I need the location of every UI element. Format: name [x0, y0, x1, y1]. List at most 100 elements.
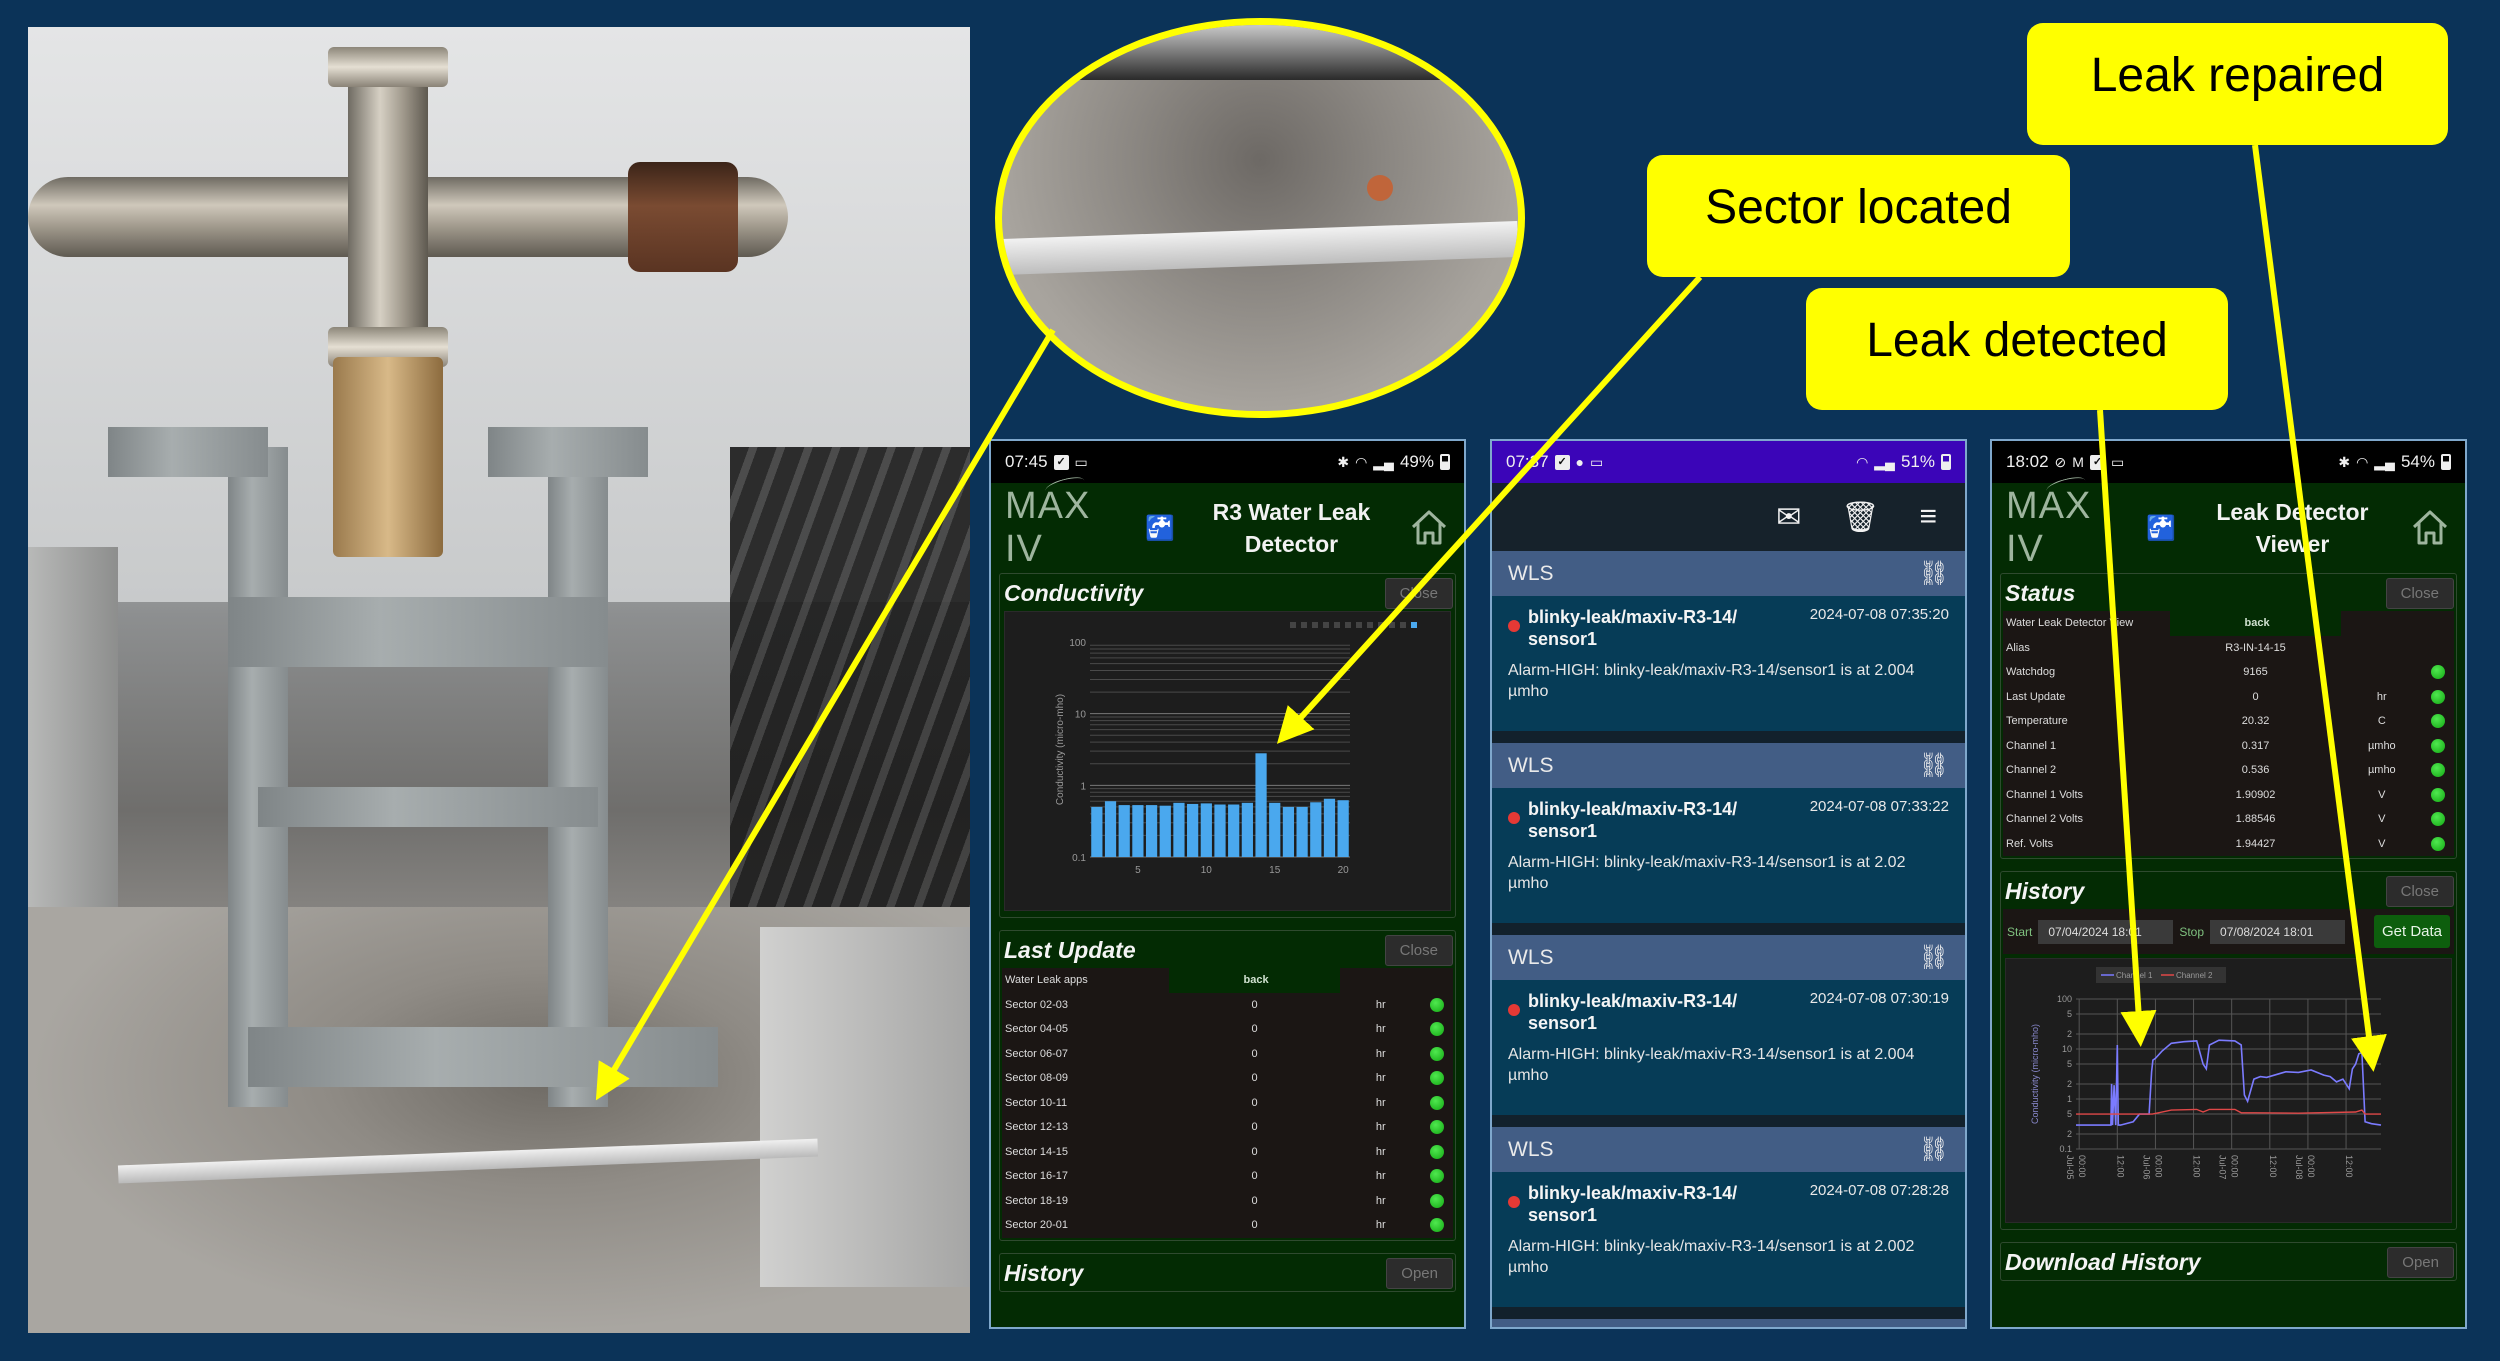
- app-badge-icon: ●: [1575, 454, 1585, 470]
- chart-toolbar-icon: [1345, 622, 1351, 628]
- bar: [1310, 802, 1322, 857]
- y-tick-label: 1: [2067, 1094, 2072, 1104]
- leaking-pipe-icon: 🚰: [2146, 514, 2176, 542]
- table-row: Sector 14-15 0 hr: [1002, 1140, 1453, 1165]
- row-unit: hr: [1375, 1072, 1386, 1085]
- link-icon[interactable]: ⛓: [1919, 943, 1949, 972]
- notification-card[interactable]: WLS ⛓ blinky-leak/maxiv-R3-14/ sensor1 2…: [1492, 743, 1965, 923]
- clock: 07:37: [1506, 452, 1549, 471]
- back-link[interactable]: back: [2169, 611, 2342, 636]
- filter-icon[interactable]: ≡: [1919, 500, 1937, 534]
- close-button[interactable]: Close: [1384, 578, 1453, 609]
- battery-percent: 49%: [1399, 452, 1434, 471]
- link-icon[interactable]: ⛓: [1919, 1327, 1949, 1329]
- card-group: WLS: [1508, 945, 1554, 969]
- wifi-icon: ◠: [1355, 454, 1368, 470]
- card-group-header: WLS ⛓: [1492, 743, 1965, 788]
- photo-cabinet-right: [760, 927, 970, 1287]
- card-title-text: blinky-leak/maxiv-R3-14/ sensor1: [1528, 991, 1738, 1033]
- row-name: Alias: [2006, 641, 2030, 654]
- wifi-icon: ◠: [2356, 454, 2369, 470]
- get-data-button[interactable]: Get Data: [2373, 915, 2450, 948]
- stop-date-input[interactable]: 07/08/2024 18:01: [2210, 919, 2346, 944]
- close-button[interactable]: Close: [1384, 935, 1453, 966]
- status-led-icon: [2431, 665, 2446, 680]
- close-button[interactable]: Close: [2385, 876, 2454, 907]
- y-tick-label: 5: [2067, 1059, 2072, 1069]
- link-icon[interactable]: ⛓: [1919, 751, 1949, 780]
- table-row: Sector 18-19 0 hr: [1002, 1189, 1453, 1214]
- card-title-text: blinky-leak/maxiv-R3-14/ sensor1: [1528, 607, 1738, 649]
- row-name: Sector 14-15: [1005, 1145, 1068, 1158]
- signal-icon: ▂▄: [1874, 454, 1895, 470]
- panel-title: Last Update: [1004, 937, 1136, 963]
- app-title: Leak Detector Viewer: [2176, 496, 2409, 560]
- x-tick-label: 12:00: [2115, 1155, 2125, 1178]
- card-timestamp: 2024-07-08 07:33:22: [1809, 798, 1949, 815]
- last-update-panel: Last Update Close Water Leak apps back S…: [999, 930, 1456, 1241]
- status-panel: Status Close Water Leak Detector View ba…: [2000, 573, 2457, 859]
- row-value: 0: [1251, 1194, 1258, 1207]
- table-row: Sector 02-03 0 hr: [1002, 993, 1453, 1018]
- start-date-input[interactable]: 07/04/2024 18:01: [2038, 919, 2174, 944]
- table-header: Water Leak Detector View back: [2003, 611, 2454, 636]
- bar: [1282, 806, 1295, 857]
- row-value: 0: [1251, 1121, 1258, 1134]
- y-axis-label: Conductivity (micro-mho): [2030, 1024, 2040, 1124]
- photo-stand-top: [488, 427, 648, 477]
- alarm-dot-icon: [1508, 812, 1520, 824]
- trash-icon[interactable]: 🗑: [1841, 500, 1879, 535]
- status-led-icon: [1430, 1071, 1445, 1086]
- link-icon[interactable]: ⛓: [1919, 559, 1949, 588]
- link-icon[interactable]: ⛓: [1919, 1135, 1949, 1164]
- notification-card[interactable]: WLS ⛓ blinky-leak/maxiv-R3-14/ sensor1 2…: [1492, 551, 1965, 731]
- signal-icon: ▂▄: [2374, 454, 2395, 470]
- history-range-form: Start 07/04/2024 18:01 Stop 07/08/2024 1…: [2003, 909, 2454, 954]
- photo-ion-pump: [333, 357, 443, 557]
- table-row: Sector 08-09 0 hr: [1002, 1066, 1453, 1091]
- chart-toolbar-icon: [1312, 622, 1318, 628]
- history-panel: History Close Start 07/04/2024 18:01 Sto…: [2000, 871, 2457, 1230]
- card-message: Alarm-HIGH: blinky-leak/maxiv-R3-14/sens…: [1508, 662, 1915, 700]
- back-link[interactable]: back: [1168, 968, 1341, 993]
- open-button[interactable]: Open: [1386, 1257, 1453, 1289]
- row-value: 1.94427: [2235, 837, 2276, 850]
- notification-card[interactable]: WLS ⛓ blinky-leak/maxiv-R3-14/ sensor1 2…: [1492, 1127, 1965, 1307]
- y-tick-label: 2: [2067, 1029, 2072, 1039]
- x-tick-label: 00:00: [2230, 1155, 2240, 1178]
- home-icon[interactable]: [2409, 507, 2451, 549]
- card-timestamp: 2024-07-08 07:28:28: [1809, 1182, 1949, 1199]
- y-tick-label: 100: [2057, 994, 2072, 1004]
- clock: 18:02: [2006, 452, 2049, 471]
- check-icon: ✓: [1554, 454, 1570, 470]
- card-message: Alarm-HIGH: blinky-leak/maxiv-R3-14/sens…: [1508, 854, 1906, 892]
- callout-leak-detected: Leak detected: [1806, 288, 2228, 410]
- mark-read-icon[interactable]: ✉: [1776, 500, 1801, 535]
- row-value: 0: [1251, 1170, 1258, 1183]
- notification-card[interactable]: WLS ⛓ blinky-leak/maxiv-R3-14/ sensor1 2…: [1492, 935, 1965, 1115]
- home-icon[interactable]: [1408, 507, 1450, 549]
- card-body: blinky-leak/maxiv-R3-14/ sensor1 2024-07…: [1492, 788, 1965, 923]
- notification-card[interactable]: WLS ⛓: [1492, 1319, 1965, 1329]
- check-icon: ✓: [2089, 454, 2105, 470]
- bar: [1228, 804, 1240, 857]
- row-value: 0: [1251, 998, 1258, 1011]
- row-name: Last Update: [2006, 690, 2066, 703]
- card-group-header: WLS ⛓: [1492, 551, 1965, 596]
- x-tick-label: 15: [1269, 865, 1281, 876]
- history-panel: History Open: [999, 1252, 1456, 1292]
- x-tick-label: 10: [1201, 865, 1213, 876]
- table-row: Alias R3-IN-14-15: [2003, 636, 2454, 661]
- open-button[interactable]: Open: [2387, 1247, 2454, 1278]
- card-message: Alarm-HIGH: blinky-leak/maxiv-R3-14/sens…: [1508, 1046, 1915, 1084]
- status-led-icon: [2431, 689, 2446, 704]
- alarm-dot-icon: [1508, 1004, 1520, 1016]
- conductivity-chart: 0.1 1 10 100 5 10 15 20 Conductivity (micro-mho): [1004, 611, 1451, 911]
- close-button[interactable]: Close: [2385, 578, 2454, 609]
- row-value: 0.317: [2241, 739, 2270, 752]
- table-row: Ref. Volts 1.94427 V: [2003, 832, 2454, 857]
- card-group-header: WLS ⛓: [1492, 1319, 1965, 1329]
- bar: [1296, 806, 1308, 857]
- app-header: MAX IV 🚰 Leak Detector Viewer: [1992, 483, 2465, 573]
- row-value: 0.536: [2241, 764, 2270, 777]
